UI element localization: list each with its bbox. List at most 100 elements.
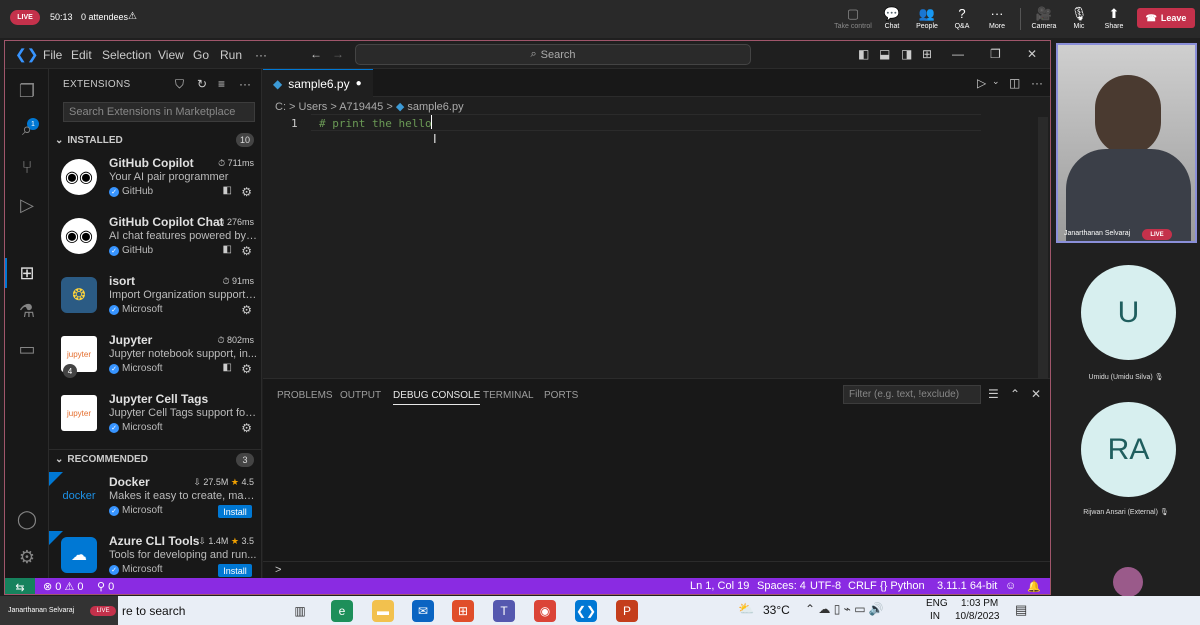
problems-status[interactable]: ⊗ 0 ⚠ 0 (43, 580, 84, 593)
extension-item[interactable]: docker Docker ⇩ 27.5M ★ 4.5 Makes it eas… (49, 472, 262, 530)
tab-ports[interactable]: PORTS (544, 390, 578, 401)
extension-item[interactable]: jupyter 4 Jupyter ⏱ 802ms Jupyter notebo… (49, 330, 262, 388)
unsaved-dot-icon[interactable]: ● (356, 78, 362, 89)
run-python-icon[interactable]: ▷ (977, 76, 986, 90)
restore-icon[interactable]: ❐ (990, 47, 1001, 61)
language-mode[interactable]: {} Python (880, 580, 925, 592)
task-view-icon[interactable]: ▥ (289, 600, 311, 622)
people-button[interactable]: 👥 People (907, 6, 947, 34)
installed-section-header[interactable]: ⌄ INSTALLED 10 (49, 130, 262, 150)
clock-date[interactable]: 10/8/2023 (955, 611, 1000, 622)
tab-terminal[interactable]: TERMINAL (483, 390, 534, 401)
manage-extension-gear-icon[interactable]: ⚙ (241, 362, 252, 376)
cursor-position[interactable]: Ln 1, Col 19 (690, 580, 749, 592)
menu-selection[interactable]: Selection (102, 48, 151, 62)
clock-time[interactable]: 1:03 PM (961, 598, 998, 609)
system-tray-icons[interactable]: ⌃ ☁ ▯ ⌁ ▭ 🔊 (805, 602, 884, 616)
menu-run[interactable]: Run (220, 48, 242, 62)
menu-edit[interactable]: Edit (71, 48, 92, 62)
tab-output[interactable]: OUTPUT (340, 390, 381, 401)
back-arrow-icon[interactable]: ← (310, 47, 322, 61)
taskbar-search[interactable]: re to search (122, 604, 185, 618)
minimize-icon[interactable]: — (952, 47, 964, 61)
split-icon[interactable]: ◧ (223, 185, 232, 196)
tab-debug-console[interactable]: DEBUG CONSOLE (393, 390, 481, 405)
menu-go[interactable]: Go (193, 48, 209, 62)
explorer-icon[interactable]: ❐ (15, 79, 39, 103)
menu-view[interactable]: View (158, 48, 184, 62)
take-control-button[interactable]: ▢ Take control (833, 6, 873, 34)
extension-item[interactable]: ◉◉ GitHub Copilot ⏱ 711ms Your AI pair p… (49, 153, 262, 211)
line-endings[interactable]: CRLF (848, 580, 877, 592)
split-icon[interactable]: ◧ (223, 244, 232, 255)
menu-file[interactable]: File (43, 48, 62, 62)
chat-button[interactable]: 💬 Chat (872, 6, 912, 34)
file-explorer-icon[interactable]: ▬ (372, 600, 394, 622)
store-icon[interactable]: ⊞ (452, 600, 474, 622)
ports-status[interactable]: ⚲ 0 (97, 580, 114, 593)
install-button[interactable]: Install (218, 505, 252, 518)
debug-filter-input[interactable]: Filter (e.g. text, !exclude) (843, 385, 981, 404)
powerpoint-icon[interactable]: P (616, 600, 638, 622)
share-button[interactable]: ⬆ Share (1094, 6, 1134, 34)
chrome-icon[interactable]: ◉ (534, 600, 556, 622)
remote-indicator-icon[interactable]: ⇆ (5, 578, 35, 594)
source-control-icon[interactable]: ⑂ (15, 155, 39, 179)
run-dropdown-chevron-icon[interactable]: ⌄ (992, 76, 1000, 87)
temperature[interactable]: 33°C (763, 603, 790, 617)
avatar[interactable]: U (1081, 265, 1176, 360)
mail-icon[interactable]: ✉ (412, 600, 434, 622)
extension-item[interactable]: jupyter Jupyter Cell Tags Jupyter Cell T… (49, 389, 262, 447)
manage-extension-gear-icon[interactable]: ⚙ (241, 185, 252, 199)
tab-problems[interactable]: PROBLEMS (277, 390, 333, 401)
input-language[interactable]: ENG (926, 598, 948, 609)
camera-button[interactable]: 🎥 Camera (1024, 6, 1064, 34)
split-editor-icon[interactable]: ◫ (1009, 76, 1020, 90)
vscode-taskbar-icon[interactable]: ❮❯ (575, 600, 597, 622)
clear-icon[interactable]: ≡ (218, 77, 225, 91)
extension-item[interactable]: ❂ isort ⏱ 91ms Import Organization suppo… (49, 271, 262, 329)
avatar[interactable] (1113, 567, 1143, 597)
refresh-icon[interactable]: ↻ (197, 77, 207, 91)
manage-gear-icon[interactable]: ⚙ (15, 545, 39, 569)
command-center-search[interactable]: ⌕ Search (355, 44, 751, 65)
tab-sample6[interactable]: ◆ sample6.py ● (263, 69, 373, 97)
more-button[interactable]: ··· More (977, 6, 1017, 34)
customize-layout-icon[interactable]: ⊞ (922, 47, 932, 61)
extensions-icon[interactable]: ⊞ (15, 261, 39, 285)
more-menu-icon[interactable]: ··· (255, 48, 267, 62)
indentation[interactable]: Spaces: 4 (757, 580, 806, 592)
editor-more-icon[interactable]: ··· (1031, 76, 1043, 90)
qa-button[interactable]: ? Q&A (942, 6, 982, 34)
notifications-bell-icon[interactable]: 🔔 (1027, 580, 1041, 593)
notification-center-icon[interactable]: ▤ (1015, 602, 1027, 618)
avatar[interactable]: RA (1081, 402, 1176, 497)
close-panel-icon[interactable]: ✕ (1031, 387, 1041, 401)
teams-icon[interactable]: T (493, 600, 515, 622)
testing-flask-icon[interactable]: ⚗ (15, 299, 39, 323)
run-debug-icon[interactable]: ▷ (15, 193, 39, 217)
split-icon[interactable]: ◧ (223, 362, 232, 373)
manage-extension-gear-icon[interactable]: ⚙ (241, 421, 252, 435)
mic-button[interactable]: 🎙 Mic (1059, 6, 1099, 34)
edge-icon[interactable]: e (331, 600, 353, 622)
manage-extension-gear-icon[interactable]: ⚙ (241, 244, 252, 258)
maximize-panel-chevron-icon[interactable]: ⌃ (1010, 387, 1020, 401)
python-interpreter[interactable]: 3.11.1 64-bit (937, 580, 997, 592)
extensions-search-input[interactable]: Search Extensions in Marketplace (63, 102, 255, 122)
input-region[interactable]: IN (930, 611, 940, 622)
toggle-secondary-sidebar-icon[interactable]: ◨ (901, 47, 912, 61)
toggle-sidebar-icon[interactable]: ◧ (858, 47, 869, 61)
filter-icon[interactable]: ⛉ (175, 77, 184, 92)
extension-item[interactable]: ◉◉ GitHub Copilot Chat ⏱ 276ms AI chat f… (49, 212, 262, 270)
recommended-section-header[interactable]: ⌄ RECOMMENDED 3 (49, 449, 262, 469)
more-actions-icon[interactable]: ··· (239, 77, 251, 91)
toggle-panel-icon[interactable]: ⬓ (879, 47, 890, 61)
leave-button[interactable]: ☎ Leave (1137, 8, 1195, 28)
encoding[interactable]: UTF-8 (810, 580, 841, 592)
clear-console-icon[interactable]: ☰ (988, 387, 999, 401)
feedback-icon[interactable]: ☺ (1005, 580, 1016, 592)
search-view-icon[interactable]: ⌕ (15, 117, 39, 141)
manage-extension-gear-icon[interactable]: ⚙ (241, 303, 252, 317)
presenter-video[interactable]: Janarthanan Selvaraj LIVE (1056, 43, 1197, 243)
